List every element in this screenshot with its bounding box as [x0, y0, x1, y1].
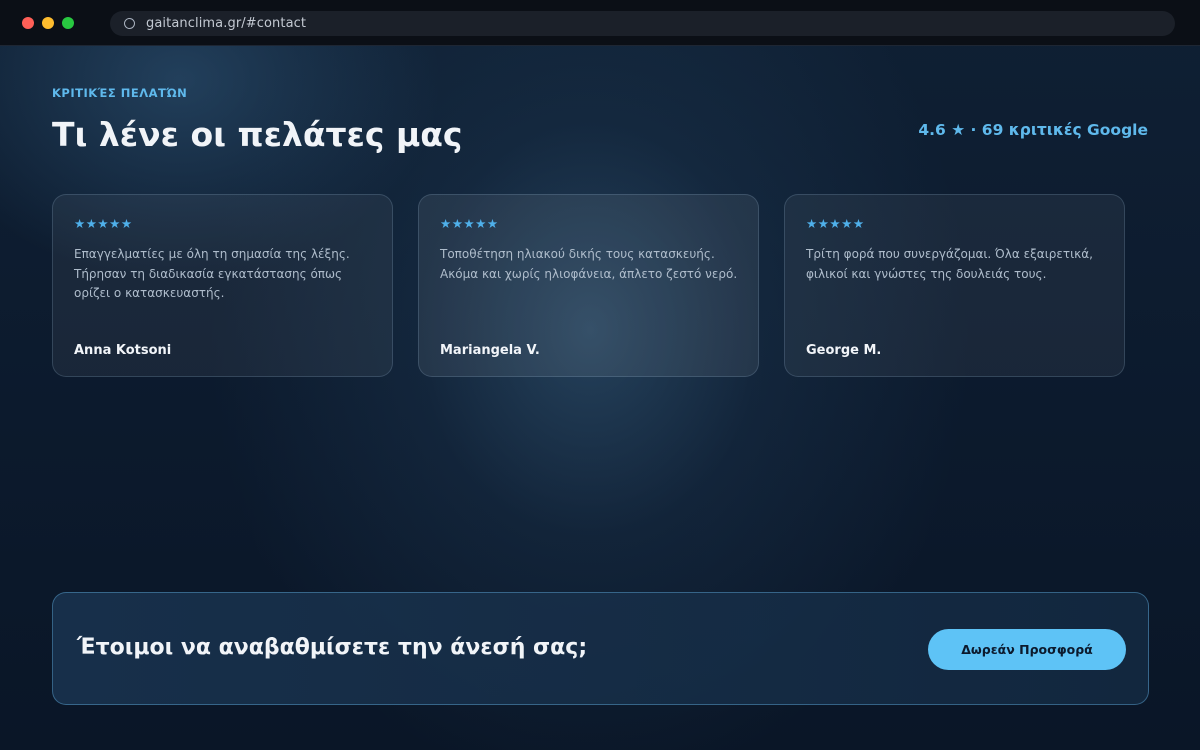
review-card: ★★★★★ Επαγγελματίες με όλη τη σημασία τη… [52, 194, 393, 377]
star-rating: ★★★★★ [74, 216, 133, 231]
review-text: Τρίτη φορά που συνεργάζομαι. Όλα εξαιρετ… [806, 247, 1093, 281]
globe-icon [124, 18, 135, 29]
review-card: ★★★★★ Τρίτη φορά που συνεργάζομαι. Όλα ε… [784, 194, 1125, 377]
browser-window: gaitanclima.gr/#contact ΚΡΙΤΙΚΈΣ ΠΕΛΑΤΏΝ… [0, 0, 1200, 750]
cta-title: Έτοιμοι να αναβαθμίσετε την άνεσή σας; [77, 635, 588, 660]
address-bar[interactable]: gaitanclima.gr/#contact [110, 11, 1175, 36]
browser-titlebar: gaitanclima.gr/#contact [0, 0, 1200, 46]
google-rating-summary[interactable]: 4.6 ★ · 69 κριτικές Google [918, 121, 1148, 139]
reviewer-name: Anna Kotsoni [74, 343, 172, 358]
review-card: ★★★★★ Τοποθέτηση ηλιακού δικής τους κατα… [418, 194, 759, 377]
star-rating: ★★★★★ [806, 216, 865, 231]
url-text: gaitanclima.gr/#contact [146, 16, 307, 31]
section-heading: Τι λένε οι πελάτες μας [52, 115, 463, 154]
reviewer-name: George M. [806, 343, 882, 358]
minimize-window-button[interactable] [42, 17, 54, 29]
maximize-window-button[interactable] [62, 17, 74, 29]
star-rating: ★★★★★ [440, 216, 499, 231]
review-text: Επαγγελματίες με όλη τη σημασία της λέξη… [74, 247, 350, 300]
close-window-button[interactable] [22, 17, 34, 29]
cta-banner: Έτοιμοι να αναβαθμίσετε την άνεσή σας; Δ… [52, 592, 1149, 705]
section-eyebrow: ΚΡΙΤΙΚΈΣ ΠΕΛΑΤΏΝ [52, 86, 188, 100]
free-quote-button[interactable]: Δωρεάν Προσφορά [928, 629, 1126, 670]
review-text: Τοποθέτηση ηλιακού δικής τους κατασκευής… [440, 247, 738, 281]
reviewer-name: Mariangela V. [440, 343, 540, 358]
